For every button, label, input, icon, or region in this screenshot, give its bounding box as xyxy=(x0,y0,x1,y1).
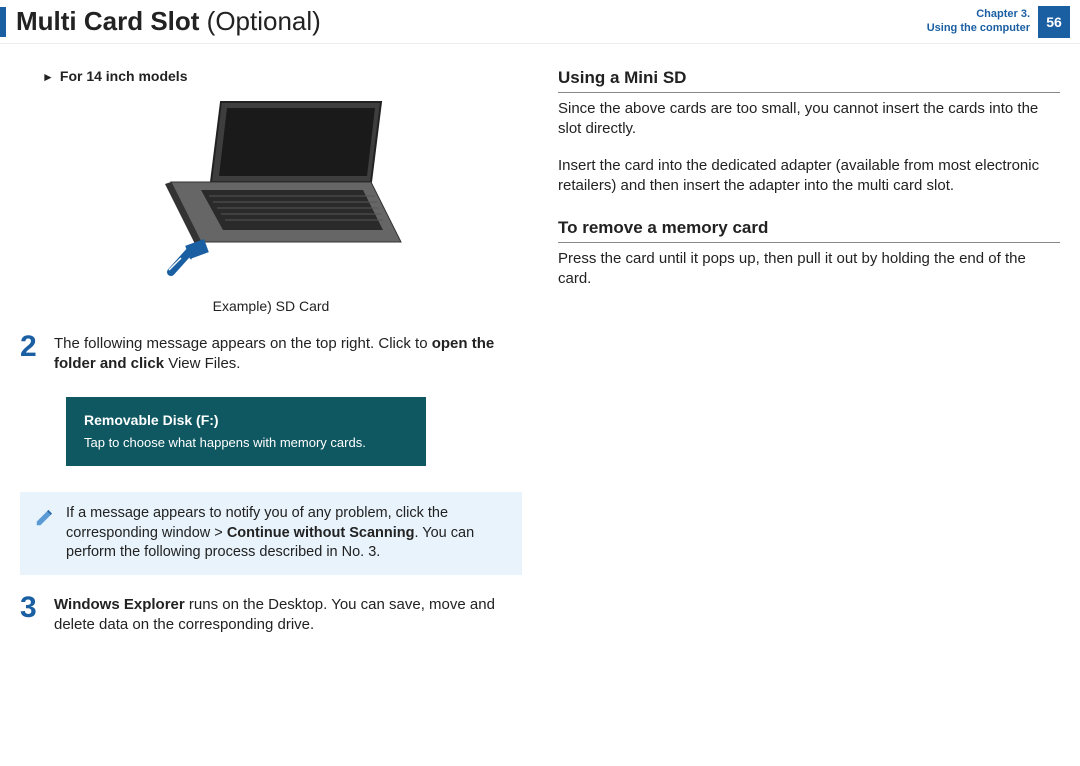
paragraph: Insert the card into the dedicated adapt… xyxy=(558,156,1060,197)
section-heading-mini-sd: Using a Mini SD xyxy=(558,68,1060,93)
chapter-info: Chapter 3. Using the computer 56 xyxy=(927,6,1080,38)
toast-body: Tap to choose what happens with memory c… xyxy=(84,434,408,452)
page-header: Multi Card Slot (Optional) Chapter 3. Us… xyxy=(0,0,1080,44)
page-title: Multi Card Slot (Optional) xyxy=(16,6,321,37)
right-column: Using a Mini SD Since the above cards ar… xyxy=(558,62,1060,635)
toast-title: Removable Disk (F:) xyxy=(84,411,408,431)
step-2: 2 The following message appears on the t… xyxy=(20,332,522,375)
chapter-text: Chapter 3. Using the computer xyxy=(927,8,1030,34)
step3-a: Windows Explorer xyxy=(54,596,185,613)
note-b: Continue without Scanning xyxy=(227,525,415,541)
paragraph: Press the card until it pops up, then pu… xyxy=(558,249,1060,290)
content: For 14 inch models xyxy=(0,44,1080,635)
page-number: 56 xyxy=(1038,6,1070,38)
section-heading-remove: To remove a memory card xyxy=(558,218,1060,243)
chapter-line1: Chapter 3. xyxy=(927,8,1030,21)
step-number: 3 xyxy=(20,593,44,636)
sd-card-icon xyxy=(169,239,209,272)
step2-c: View Files. xyxy=(164,355,240,372)
step-number: 2 xyxy=(20,332,44,375)
accent-bar xyxy=(0,7,6,37)
title-main: Multi Card Slot xyxy=(16,6,199,36)
note-icon xyxy=(34,504,56,563)
toast-notification: Removable Disk (F:) Tap to choose what h… xyxy=(66,397,426,467)
paragraph: Since the above cards are too small, you… xyxy=(558,99,1060,140)
figure-caption: Example) SD Card xyxy=(213,298,330,314)
note-text: If a message appears to notify you of an… xyxy=(66,504,508,563)
models-heading: For 14 inch models xyxy=(42,68,522,84)
note-box: If a message appears to notify you of an… xyxy=(20,492,522,575)
step-text: Windows Explorer runs on the Desktop. Yo… xyxy=(54,593,522,636)
step2-a: The following message appears on the top… xyxy=(54,335,432,352)
laptop-icon xyxy=(131,92,411,292)
step-3: 3 Windows Explorer runs on the Desktop. … xyxy=(20,593,522,636)
title-sub: (Optional) xyxy=(199,6,320,36)
step-text: The following message appears on the top… xyxy=(54,332,522,375)
title-wrap: Multi Card Slot (Optional) xyxy=(0,0,321,43)
laptop-figure: Example) SD Card xyxy=(20,92,522,314)
left-column: For 14 inch models xyxy=(20,62,522,635)
chapter-line2: Using the computer xyxy=(927,22,1030,35)
